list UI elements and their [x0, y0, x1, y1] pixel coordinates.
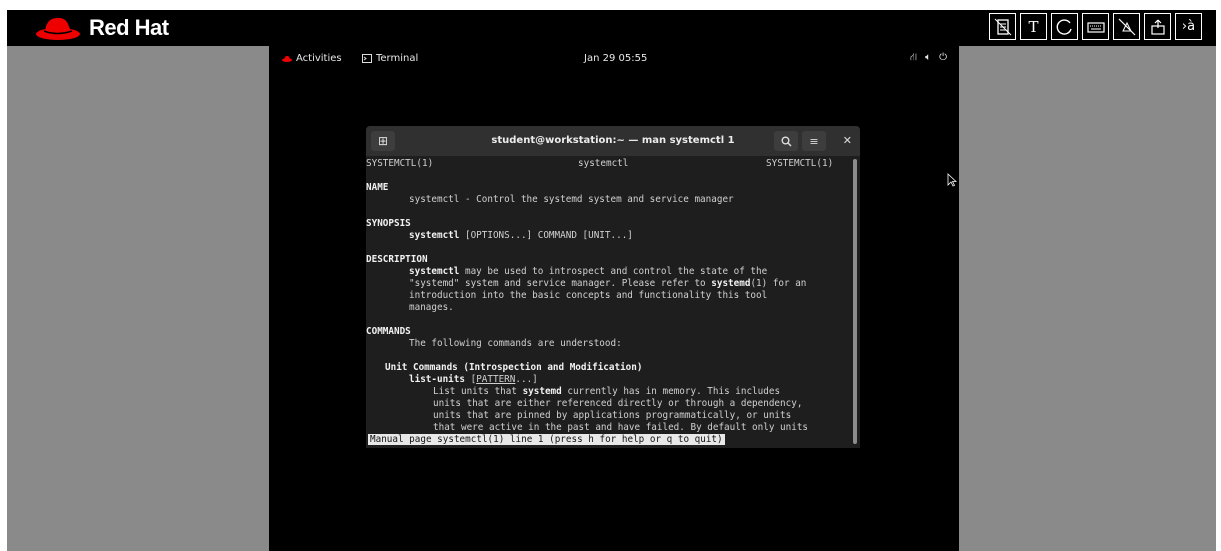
terminal-content[interactable]: SYSTEMCTL(1) systemctl SYSTEMCTL(1) NAME… — [366, 156, 860, 448]
activities-button[interactable]: Activities — [282, 53, 342, 64]
brand-name: Red Hat — [89, 15, 169, 40]
right-margin-area — [959, 46, 1216, 551]
scrollbar[interactable] — [853, 159, 857, 444]
man-header-right: SYSTEMCTL(1) — [766, 158, 834, 169]
section-commands: COMMANDS — [366, 326, 411, 337]
synopsis-line: systemctl [OPTIONS...] COMMAND [UNIT...] — [409, 230, 633, 241]
gnome-desktop: Activities Terminal Jan 29 05:55 ⛙ 🔈︎ ⏻ … — [269, 46, 959, 551]
fullscreen-toggle-icon[interactable] — [1113, 13, 1140, 40]
redhat-header-bar: Red Hat T ›à — [7, 10, 1216, 46]
power-icon: ⏻ — [939, 52, 947, 63]
redhat-logo: Red Hat — [35, 15, 169, 41]
mouse-pointer-icon — [947, 172, 958, 191]
volume-icon: 🔈︎ — [925, 52, 932, 63]
description-line-2: "systemd" system and service manager. Pl… — [409, 278, 807, 289]
language-button[interactable]: ›à — [1175, 13, 1202, 40]
list-units-line: list-units [PATTERN...] — [409, 374, 538, 385]
section-name: NAME — [366, 182, 389, 193]
unit-commands-heading: Unit Commands (Introspection and Modific… — [385, 362, 643, 373]
terminal-header-bar: ⊞ student@workstation:~ — man systemctl … — [366, 126, 860, 156]
terminal-app-menu[interactable]: Terminal — [362, 53, 418, 64]
name-text: systemctl - Control the systemd system a… — [409, 194, 734, 205]
text-tool-button[interactable]: T — [1020, 13, 1047, 40]
section-description: DESCRIPTION — [366, 254, 428, 265]
description-line-1: systemctl may be used to introspect and … — [409, 266, 768, 277]
upload-icon[interactable] — [1144, 13, 1171, 40]
description-line-3: introduction into the basic concepts and… — [409, 290, 768, 301]
pager-status-line: Manual page systemctl(1) line 1 (press h… — [368, 434, 725, 445]
system-menu[interactable]: ⛙ 🔈︎ ⏻ — [910, 52, 947, 65]
redhat-small-icon — [282, 55, 292, 62]
document-icon[interactable] — [989, 13, 1016, 40]
hamburger-menu-icon[interactable]: ≡ — [802, 131, 826, 151]
gnome-top-bar: Activities Terminal Jan 29 05:55 ⛙ 🔈︎ ⏻ — [269, 46, 959, 72]
activities-label: Activities — [296, 53, 342, 64]
man-header-left: SYSTEMCTL(1) — [366, 158, 434, 169]
list-units-desc-2: units that are either referenced directl… — [433, 398, 803, 409]
list-units-desc-1: List units that systemd currently has in… — [433, 386, 781, 397]
list-units-desc-4: that were active in the past and have fa… — [433, 422, 809, 433]
keyboard-icon[interactable] — [1082, 13, 1109, 40]
list-units-desc-3: units that are pinned by applications pr… — [433, 410, 792, 421]
terminal-label: Terminal — [376, 53, 419, 64]
man-header-center: systemctl — [578, 158, 629, 169]
clock[interactable]: Jan 29 05:55 — [584, 53, 647, 64]
section-synopsis: SYNOPSIS — [366, 218, 411, 229]
redhat-hat-icon — [35, 15, 81, 41]
remote-console-toolbar: T ›à — [989, 13, 1202, 40]
description-line-4: manages. — [409, 302, 454, 313]
commands-text: The following commands are understood: — [409, 338, 622, 349]
search-icon[interactable] — [774, 131, 798, 151]
refresh-icon[interactable] — [1051, 13, 1078, 40]
close-icon[interactable]: ✕ — [843, 134, 852, 147]
network-icon: ⛙ — [910, 52, 918, 63]
left-margin-area — [7, 46, 269, 551]
terminal-icon — [362, 54, 372, 63]
terminal-window: ⊞ student@workstation:~ — man systemctl … — [366, 126, 860, 448]
